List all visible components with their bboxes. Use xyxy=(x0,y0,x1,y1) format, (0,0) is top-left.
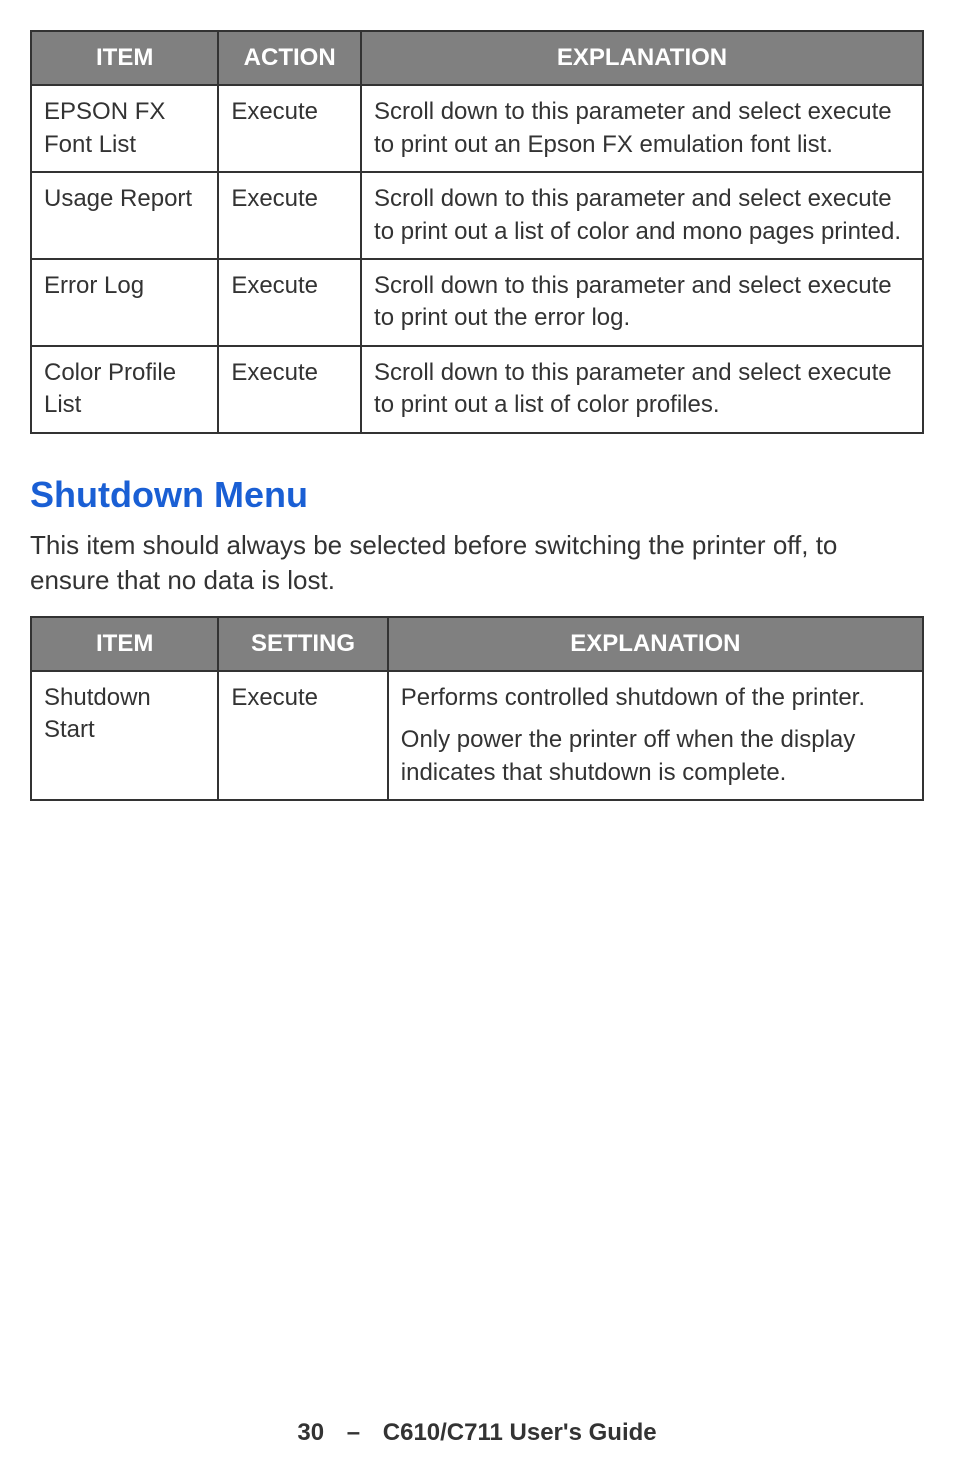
header-explanation: EXPLANATION xyxy=(361,31,923,85)
table-row: Shutdown Start Execute Performs controll… xyxy=(31,671,923,800)
section-heading-shutdown-menu: Shutdown Menu xyxy=(30,474,924,516)
cell-action: Execute xyxy=(218,172,361,259)
shutdown-table: ITEM SETTING EXPLANATION Shutdown Start … xyxy=(30,616,924,802)
cell-explanation-para: Only power the printer off when the disp… xyxy=(401,724,910,789)
header-item: ITEM xyxy=(31,31,218,85)
cell-explanation: Scroll down to this parameter and select… xyxy=(361,172,923,259)
table-row: EPSON FX Font List Execute Scroll down t… xyxy=(31,85,923,172)
cell-explanation-para: Performs controlled shutdown of the prin… xyxy=(401,682,910,714)
header-action: ACTION xyxy=(218,31,361,85)
footer-page-number: 30 xyxy=(297,1419,324,1446)
cell-action: Execute xyxy=(218,346,361,433)
header-explanation: EXPLANATION xyxy=(388,617,923,671)
page-footer: 30 – C610/C711 User's Guide xyxy=(0,1419,954,1447)
cell-explanation: Scroll down to this parameter and select… xyxy=(361,259,923,346)
cell-setting: Execute xyxy=(218,671,387,800)
table-row: Error Log Execute Scroll down to this pa… xyxy=(31,259,923,346)
footer-title: C610/C711 User's Guide xyxy=(383,1419,657,1446)
cell-item: EPSON FX Font List xyxy=(31,85,218,172)
table-row: Color Profile List Execute Scroll down t… xyxy=(31,346,923,433)
parameters-table: ITEM ACTION EXPLANATION EPSON FX Font Li… xyxy=(30,30,924,434)
cell-item: Usage Report xyxy=(31,172,218,259)
cell-explanation: Scroll down to this parameter and select… xyxy=(361,85,923,172)
table-header-row: ITEM SETTING EXPLANATION xyxy=(31,617,923,671)
table-row: Usage Report Execute Scroll down to this… xyxy=(31,172,923,259)
cell-item: Error Log xyxy=(31,259,218,346)
cell-action: Execute xyxy=(218,85,361,172)
cell-explanation: Scroll down to this parameter and select… xyxy=(361,346,923,433)
cell-item: Shutdown Start xyxy=(31,671,218,800)
header-setting: SETTING xyxy=(218,617,387,671)
footer-dash: – xyxy=(347,1419,360,1446)
cell-action: Execute xyxy=(218,259,361,346)
header-item: ITEM xyxy=(31,617,218,671)
cell-explanation: Performs controlled shutdown of the prin… xyxy=(388,671,923,800)
section-description: This item should always be selected befo… xyxy=(30,528,924,598)
cell-item: Color Profile List xyxy=(31,346,218,433)
table-header-row: ITEM ACTION EXPLANATION xyxy=(31,31,923,85)
